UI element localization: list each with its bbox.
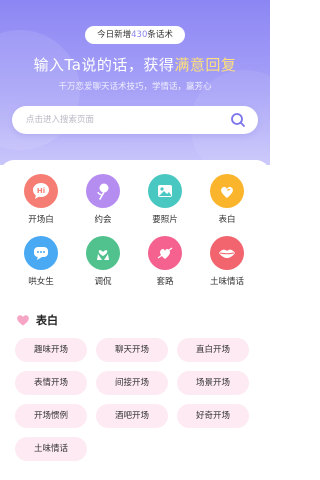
badge-count: 430 <box>131 30 148 40</box>
tag-button[interactable]: 直白开场 <box>177 338 249 362</box>
category-tease[interactable]: 调侃 <box>73 236 133 287</box>
hi-bubble-icon: Hi <box>24 174 58 208</box>
tag-button[interactable]: 表情开场 <box>15 371 87 395</box>
headline-main: 输入Ta说的话，获得 <box>33 56 175 74</box>
search-icon[interactable] <box>230 112 246 128</box>
app-screen: 今日新增430条话术 输入Ta说的话，获得满意回复 千万恋爱聊天话术技巧，学情话… <box>0 0 270 480</box>
headline-highlight: 满意回复 <box>174 56 237 74</box>
tag-button[interactable]: 场景开场 <box>177 371 249 395</box>
category-tricks[interactable]: 套路 <box>135 236 195 287</box>
badge-suffix: 条话术 <box>147 30 173 40</box>
tag-button[interactable]: 聊天开场 <box>96 338 168 362</box>
search-bar[interactable]: 点击进入搜索页面 <box>12 106 258 134</box>
category-label: 土味情话 <box>209 277 244 287</box>
tag-button[interactable]: 土味情话 <box>15 437 87 461</box>
category-label: 开场白 <box>28 215 54 225</box>
section-title: 表白 <box>36 314 58 327</box>
category-label: 哄女生 <box>28 277 54 287</box>
category-confess[interactable]: 表白 <box>197 174 257 225</box>
cupid-heart-icon <box>148 236 182 270</box>
headline: 输入Ta说的话，获得满意回复 <box>0 54 270 75</box>
content-card: Hi 开场白 约会 要照片 表白 哄女生 调侃 套路 土味情话 表白 趣味开场 … <box>0 160 270 480</box>
search-placeholder: 点击进入搜索页面 <box>26 115 95 125</box>
tag-button[interactable]: 开场惯例 <box>15 404 87 428</box>
daily-new-badge: 今日新增430条话术 <box>85 26 185 44</box>
rose-icon <box>86 174 120 208</box>
category-label: 套路 <box>156 277 174 287</box>
category-label: 约会 <box>94 215 112 225</box>
hearts-icon <box>210 174 244 208</box>
tag-button[interactable]: 趣味开场 <box>15 338 87 362</box>
speech-bubble-icon <box>24 236 58 270</box>
badge-prefix: 今日新增 <box>97 30 132 40</box>
category-label: 表白 <box>218 215 236 225</box>
category-label: 调侃 <box>94 277 112 287</box>
subline: 千万恋爱聊天话术技巧，学情话，赢芳心 <box>58 82 212 92</box>
lips-icon <box>210 236 244 270</box>
category-date[interactable]: 约会 <box>73 174 133 225</box>
photo-icon <box>148 174 182 208</box>
category-coax-girl[interactable]: 哄女生 <box>11 236 71 287</box>
category-label: 要照片 <box>152 215 178 225</box>
category-opener[interactable]: Hi 开场白 <box>11 174 71 225</box>
tag-button[interactable]: 酒吧开场 <box>96 404 168 428</box>
tag-button[interactable]: 间接开场 <box>96 371 168 395</box>
heart-hands-icon <box>86 236 120 270</box>
section-header: 表白 <box>16 312 58 328</box>
category-ask-photo[interactable]: 要照片 <box>135 174 195 225</box>
heart-icon <box>17 315 29 326</box>
tag-button[interactable]: 好奇开场 <box>177 404 249 428</box>
svg-text:Hi: Hi <box>37 187 45 195</box>
category-cheesy-lines[interactable]: 土味情话 <box>197 236 257 287</box>
header: 今日新增430条话术 输入Ta说的话，获得满意回复 千万恋爱聊天话术技巧，学情话… <box>0 0 270 165</box>
